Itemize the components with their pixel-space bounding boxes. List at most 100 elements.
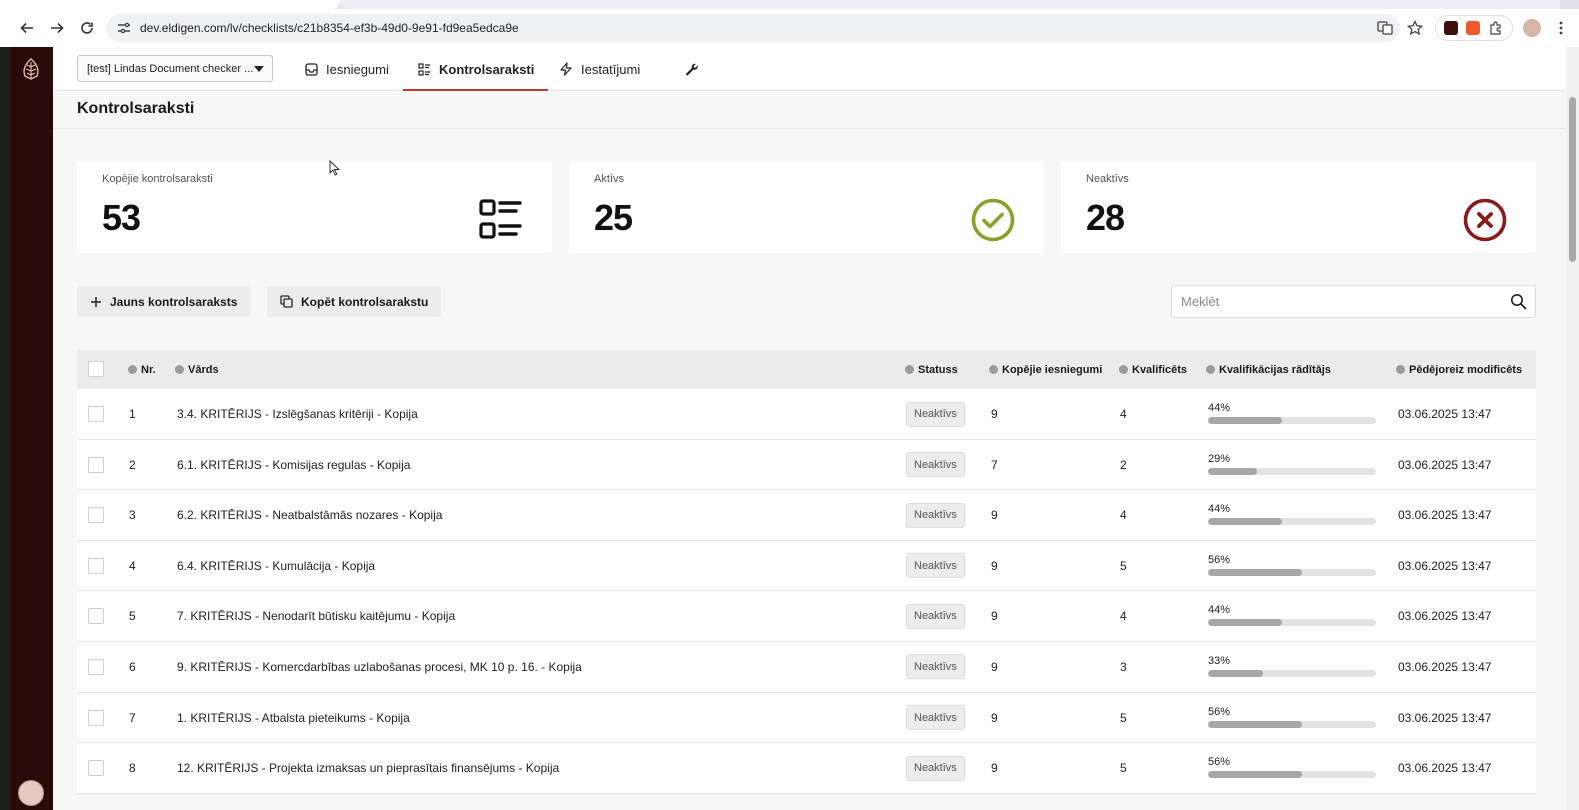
cell-name[interactable]: 6.1. KRITĒRIJS - Komisijas regulas - Kop… (177, 440, 410, 490)
column-modified[interactable]: Pēdējoreiz modificēts (1396, 350, 1522, 389)
qualification-progress: 44% (1208, 502, 1376, 526)
table-row[interactable]: 1 3.4. KRITĒRIJS - Izslēgšanas kritēriji … (77, 389, 1536, 440)
copy-checklist-button[interactable]: Kopēt kontrolsarakstu (267, 286, 442, 317)
page-scrollbar[interactable] (1566, 47, 1579, 810)
cell-name[interactable]: 12. KRITĒRIJS - Projekta izmaksas un pie… (177, 743, 559, 793)
row-checkbox[interactable] (88, 557, 104, 574)
page-title: Kontrolsaraksti (77, 100, 195, 117)
cell-nr: 8 (129, 761, 136, 776)
leaf-logo-icon[interactable] (19, 57, 43, 81)
select-all-checkbox[interactable] (88, 361, 104, 377)
cell-modified: 03.06.2025 13:47 (1398, 710, 1492, 725)
more-menu-icon[interactable] (1551, 18, 1571, 38)
card-value: 53 (102, 197, 141, 238)
progress-bar (1208, 417, 1376, 424)
window-edge (0, 47, 10, 810)
forward-icon[interactable] (42, 13, 72, 43)
cell-name[interactable]: 6.4. KRITĒRIJS - Kumulācija - Kopija (177, 541, 375, 591)
chevron-down-icon (254, 66, 264, 72)
extension-icon[interactable] (1444, 21, 1458, 35)
row-checkbox[interactable] (88, 760, 104, 777)
search-icon[interactable] (1510, 293, 1527, 310)
progress-fill (1208, 619, 1282, 627)
tab-label: Iesniegumi (326, 61, 389, 77)
profile-avatar[interactable] (1523, 19, 1541, 37)
bookmark-star-icon[interactable] (1405, 18, 1425, 38)
browser-tab-active[interactable] (0, 0, 340, 9)
back-icon[interactable] (12, 13, 42, 43)
column-status[interactable]: Statuss (905, 350, 958, 389)
cell-name[interactable]: 1. KRITĒRIJS - Atbalsta pieteikums - Kop… (177, 693, 410, 743)
cell-nr: 5 (129, 609, 136, 624)
table-row[interactable]: 6 9. KRITĒRIJS - Komercdarbības uzlabošan… (77, 641, 1536, 693)
card-label: Aktīvs (594, 173, 624, 185)
table-row[interactable]: 3 6.2. KRITĒRIJS - Neatbalstāmās nozares … (77, 490, 1536, 541)
progress-bar (1208, 669, 1376, 677)
cell-modified: 03.06.2025 13:47 (1398, 558, 1492, 573)
progress-percent: 44% (1208, 503, 1231, 516)
column-nr[interactable]: Nr. (128, 350, 156, 389)
row-checkbox[interactable] (88, 709, 104, 726)
qualification-progress: 44% (1208, 401, 1376, 424)
card-value: 28 (1086, 197, 1125, 238)
user-avatar[interactable] (18, 780, 44, 806)
cell-nr: 4 (129, 558, 136, 573)
column-qualified[interactable]: Kvalificēts (1119, 350, 1187, 389)
button-label: Jauns kontrolsaraksts (110, 294, 238, 309)
row-checkbox[interactable] (88, 456, 104, 473)
row-checkbox[interactable] (88, 658, 104, 675)
tab-iesniegumi[interactable]: Iesniegumi (304, 47, 389, 91)
cell-name[interactable]: 3.4. KRITĒRIJS - Izslēgšanas kritēriji -… (177, 389, 418, 439)
scrollbar-thumb[interactable] (1569, 97, 1576, 262)
column-name[interactable]: Vārds (175, 350, 219, 389)
row-checkbox[interactable] (88, 507, 104, 524)
cell-modified: 03.06.2025 13:47 (1398, 457, 1492, 472)
qualification-progress: 56% (1208, 705, 1376, 728)
browser-toolbar: dev.eldigen.com/lv/checklists/c21b8354-e… (0, 9, 1579, 47)
cell-nr: 7 (129, 710, 136, 725)
column-label: Nr. (141, 363, 156, 376)
puzzle-icon[interactable] (1488, 20, 1504, 36)
inbox-icon (304, 62, 318, 76)
new-checklist-button[interactable]: Jauns kontrolsaraksts (77, 286, 251, 317)
info-icon (1396, 365, 1405, 374)
translate-icon[interactable] (1375, 18, 1395, 38)
cell-total: 9 (991, 609, 998, 624)
column-rate[interactable]: Kvalifikācijas rādītājs (1206, 350, 1331, 389)
table-row[interactable]: 4 6.4. KRITĒRIJS - Kumulācija - Kopija Nea… (77, 540, 1536, 592)
card-label: Neaktīvs (1086, 173, 1129, 185)
column-total[interactable]: Kopējie iesniegumi (989, 350, 1102, 389)
browser-tab[interactable] (340, 0, 1560, 9)
cell-name[interactable]: 6.2. KRITĒRIJS - Neatbalstāmās nozares -… (177, 490, 442, 540)
cell-status: Neaktīvs (906, 389, 965, 439)
card-active: Aktīvs 25 (569, 161, 1044, 253)
cell-modified: 03.06.2025 13:47 (1398, 761, 1492, 776)
list-icon (479, 199, 522, 239)
reload-icon[interactable] (72, 13, 102, 43)
organization-select[interactable]: [test] Lindas Document checker ... (77, 55, 273, 82)
progress-fill (1208, 568, 1303, 576)
row-checkbox[interactable] (88, 608, 104, 625)
table-row[interactable]: 7 1. KRITĒRIJS - Atbalsta pieteikums - Ko… (77, 692, 1536, 744)
address-bar[interactable]: dev.eldigen.com/lv/checklists/c21b8354-e… (106, 14, 1400, 42)
cell-qualified: 5 (1120, 761, 1127, 776)
table-row[interactable]: 8 12. KRITĒRIJS - Projekta izmaksas un pi… (77, 743, 1536, 794)
row-checkbox[interactable] (88, 406, 104, 422)
browser-actions (1375, 9, 1571, 47)
brave-extension-icon[interactable] (1466, 21, 1480, 35)
active-tab-indicator (403, 89, 549, 91)
table-row[interactable]: 5 7. KRITĒRIJS - Nenodarīt būtisku kaitēj… (77, 591, 1536, 642)
cell-total: 9 (991, 710, 998, 725)
site-settings-icon[interactable] (116, 20, 132, 36)
progress-bar (1208, 720, 1376, 728)
tab-kontrolsaraksti[interactable]: Kontrolsaraksti (403, 47, 549, 91)
cell-total: 7 (991, 457, 998, 472)
tools-button[interactable] (685, 47, 699, 91)
cell-name[interactable]: 9. KRITĒRIJS - Komercdarbības uzlabošana… (177, 642, 582, 692)
status-badge: Neaktīvs (906, 654, 965, 680)
search-input[interactable] (1172, 286, 1502, 317)
checklists-table: Nr. Vārds Statuss Kopējie iesniegumi Kva… (77, 350, 1536, 794)
tab-iestatijumi[interactable]: Iestatījumi (559, 47, 640, 91)
table-row[interactable]: 2 6.1. KRITĒRIJS - Komisijas regulas - Ko… (77, 439, 1536, 491)
cell-name[interactable]: 7. KRITĒRIJS - Nenodarīt būtisku kaitēju… (177, 591, 455, 641)
